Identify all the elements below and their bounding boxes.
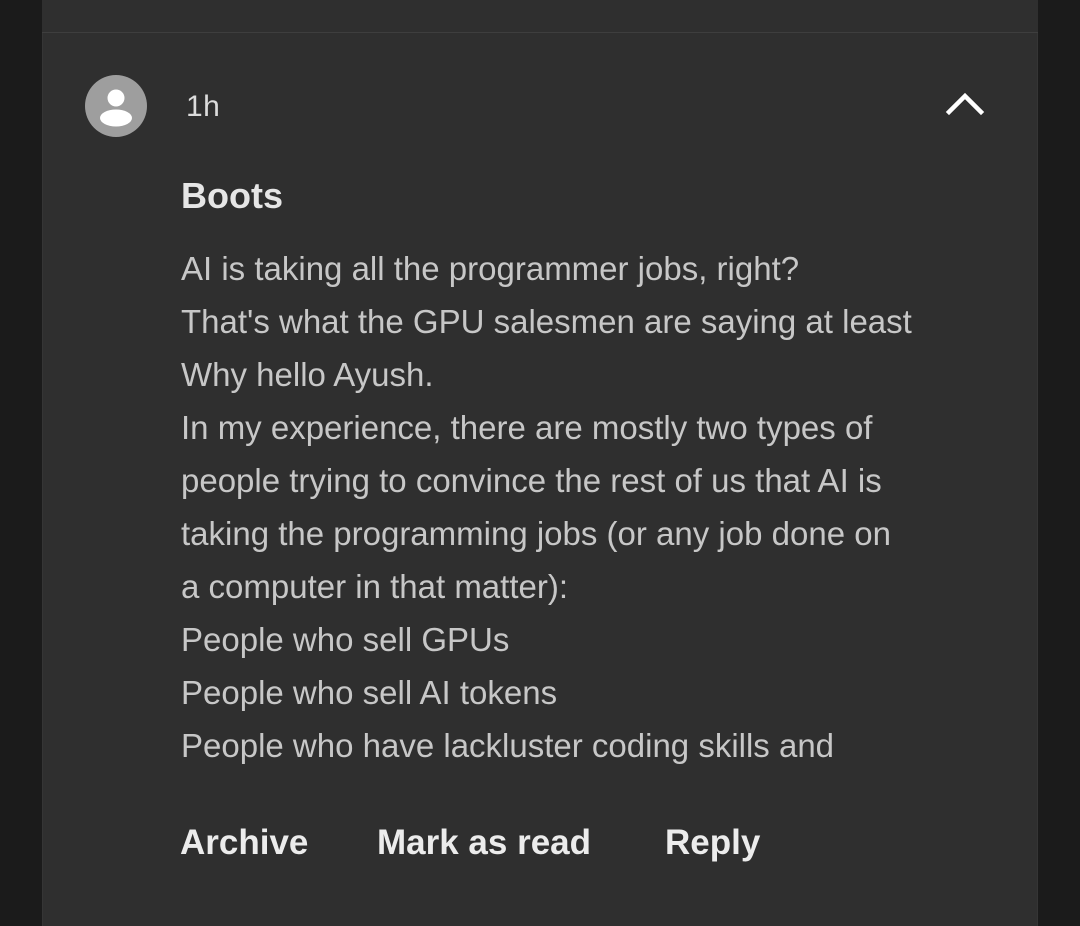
chevron-up-icon: [945, 92, 985, 116]
message-line: In my experience, there are mostly two t…: [181, 409, 873, 446]
person-icon: [100, 89, 132, 127]
reply-button[interactable]: Reply: [665, 823, 760, 863]
message-line: Why hello Ayush.: [181, 356, 434, 393]
archive-button[interactable]: Archive: [180, 823, 308, 863]
notification-message-body: AI is taking all the programmer jobs, ri…: [181, 242, 1011, 772]
message-line: a computer in that matter):: [181, 568, 568, 605]
mark-as-read-button[interactable]: Mark as read: [377, 823, 591, 863]
avatar: [85, 75, 147, 137]
message-line: People who sell GPUs: [181, 621, 510, 658]
notification-card[interactable]: 1h Boots AI is taking all the programmer…: [42, 33, 1038, 926]
previous-notification-card: [42, 0, 1038, 33]
screen: 1h Boots AI is taking all the programmer…: [0, 0, 1080, 926]
message-line: People who have lackluster coding skills…: [181, 727, 835, 764]
notification-timestamp: 1h: [186, 90, 221, 123]
message-line: That's what the GPU salesmen are saying …: [181, 303, 912, 340]
collapse-button[interactable]: [939, 83, 991, 123]
notification-sender: Boots: [181, 175, 283, 216]
message-line: people trying to convince the rest of us…: [181, 462, 882, 499]
message-line: People who sell AI tokens: [181, 674, 558, 711]
message-line: taking the programming jobs (or any job …: [181, 515, 891, 552]
message-line: AI is taking all the programmer jobs, ri…: [181, 250, 800, 287]
